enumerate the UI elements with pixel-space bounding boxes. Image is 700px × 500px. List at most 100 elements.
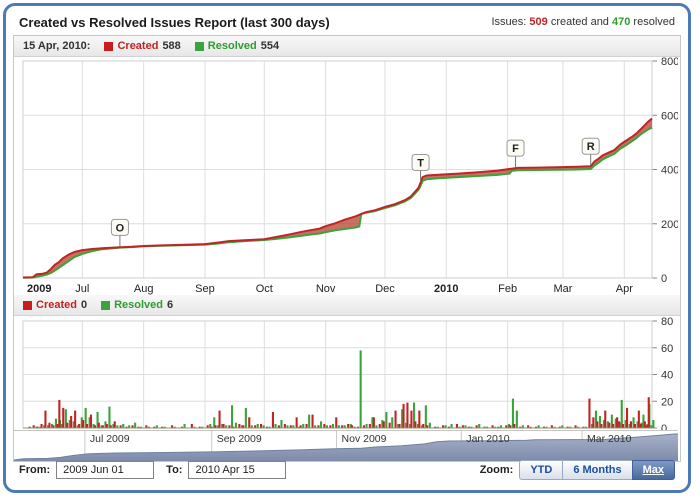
created-bar xyxy=(78,424,80,428)
resolved-line xyxy=(23,128,652,278)
main-chart[interactable]: 0200400600800OTFR2009JulAugSepOctNovDec2… xyxy=(14,57,678,295)
created-bar xyxy=(634,424,636,428)
x-axis-label: Sep xyxy=(195,283,215,295)
nav-label: Sep 2009 xyxy=(217,433,262,445)
created-bar xyxy=(272,412,274,428)
created-bar xyxy=(223,424,225,428)
created-bar xyxy=(238,424,240,428)
created-bar xyxy=(389,423,391,428)
created-bar xyxy=(347,424,349,428)
resolved-bar xyxy=(108,407,110,428)
y-axis-label: 80 xyxy=(661,316,673,328)
created-bar xyxy=(638,411,640,428)
y-axis-label: 400 xyxy=(661,165,678,177)
to-date-input[interactable] xyxy=(188,461,286,479)
issues-resolved-count: 470 xyxy=(612,16,630,28)
resolved-bar xyxy=(275,424,277,428)
report-header: Created vs Resolved Issues Report (last … xyxy=(19,12,675,32)
created-bar xyxy=(422,424,424,428)
created-bar xyxy=(312,415,314,428)
nav-label: Jan 2010 xyxy=(466,433,509,445)
created-bar xyxy=(369,424,371,428)
y-axis-label: 60 xyxy=(661,343,673,355)
created-resolved-band xyxy=(23,119,652,278)
created-bar xyxy=(114,421,116,428)
created-bar xyxy=(410,411,412,428)
y-axis-label: 800 xyxy=(661,57,678,68)
y-axis-label: 20 xyxy=(661,396,673,408)
resolved-legend-value: 554 xyxy=(261,40,279,52)
created-bar xyxy=(630,421,632,428)
resolved-bar xyxy=(122,424,124,428)
created-bar xyxy=(306,424,308,428)
flag-F[interactable]: F xyxy=(507,140,524,167)
resolved-bar xyxy=(308,415,310,428)
y-axis-label: 600 xyxy=(661,110,678,122)
created-bar xyxy=(399,424,401,428)
resolved-legend-value: 6 xyxy=(167,299,173,311)
resolved-bar xyxy=(257,424,259,428)
created-bar xyxy=(414,421,416,428)
created-legend-label: Created xyxy=(36,299,77,311)
resolved-bar xyxy=(385,412,387,428)
resolved-bar xyxy=(280,420,282,428)
nav-label: Mar 2010 xyxy=(587,433,632,445)
created-line xyxy=(23,119,652,278)
issues-label: Issues: xyxy=(491,16,526,28)
created-bar xyxy=(56,424,58,428)
created-bar xyxy=(106,424,108,428)
created-bar xyxy=(82,420,84,428)
flag-O[interactable]: O xyxy=(111,219,128,246)
resolved-legend-label: Resolved xyxy=(208,40,257,52)
zoom-max-button[interactable]: Max xyxy=(632,460,675,480)
created-bar xyxy=(604,411,606,428)
created-bar xyxy=(191,424,193,428)
issues-created-text: created and xyxy=(551,16,609,28)
created-bar xyxy=(48,423,50,428)
created-bar xyxy=(284,424,286,428)
created-bar xyxy=(44,411,46,428)
x-axis-label: Nov xyxy=(316,283,336,295)
issues-resolved-text: resolved xyxy=(633,16,675,28)
report-footer: From: To: Zoom: YTD 6 Months Max xyxy=(19,457,675,483)
resolved-legend-label: Resolved xyxy=(114,299,163,311)
created-bar xyxy=(588,399,590,428)
x-axis-label: 2009 xyxy=(27,283,51,295)
created-bar xyxy=(456,424,458,428)
created-bar xyxy=(41,424,43,428)
created-bar xyxy=(260,424,262,428)
created-swatch-icon xyxy=(23,301,32,310)
created-bar xyxy=(640,424,642,428)
issues-created-count: 509 xyxy=(529,16,547,28)
created-bar xyxy=(296,417,298,428)
report-widget: Created vs Resolved Issues Report (last … xyxy=(3,3,691,493)
zoom-6months-button[interactable]: 6 Months xyxy=(562,460,632,480)
y-axis-label: 200 xyxy=(661,219,678,231)
resolved-bar xyxy=(320,421,322,428)
resolved-bar xyxy=(245,408,247,428)
zoom-ytd-button[interactable]: YTD xyxy=(519,460,563,480)
legend-date: 15 Apr, 2010: xyxy=(23,40,90,52)
page-title: Created vs Resolved Issues Report (last … xyxy=(19,15,330,30)
created-bar xyxy=(626,408,628,428)
created-bar xyxy=(219,411,221,428)
resolved-bar xyxy=(451,424,453,428)
from-date-input[interactable] xyxy=(56,461,154,479)
created-bar xyxy=(66,423,68,428)
created-bar xyxy=(86,424,88,428)
svg-text:R: R xyxy=(587,141,595,153)
zoom-label: Zoom: xyxy=(480,464,514,476)
resolved-bar xyxy=(134,423,136,428)
chart-frame: 15 Apr, 2010: Created 588 Resolved 554 0… xyxy=(13,35,681,462)
daily-bar-chart[interactable]: 020406080 xyxy=(14,316,678,430)
created-bar xyxy=(395,411,397,428)
resolved-bar xyxy=(516,411,518,428)
x-axis-label: Dec xyxy=(375,283,395,295)
resolved-bar xyxy=(184,424,186,428)
svg-text:F: F xyxy=(512,143,519,155)
created-legend-value: 588 xyxy=(162,40,180,52)
x-axis-label: Mar xyxy=(554,283,573,295)
created-bar xyxy=(513,424,515,428)
x-axis-label: Oct xyxy=(256,283,273,295)
created-bar xyxy=(403,404,405,428)
